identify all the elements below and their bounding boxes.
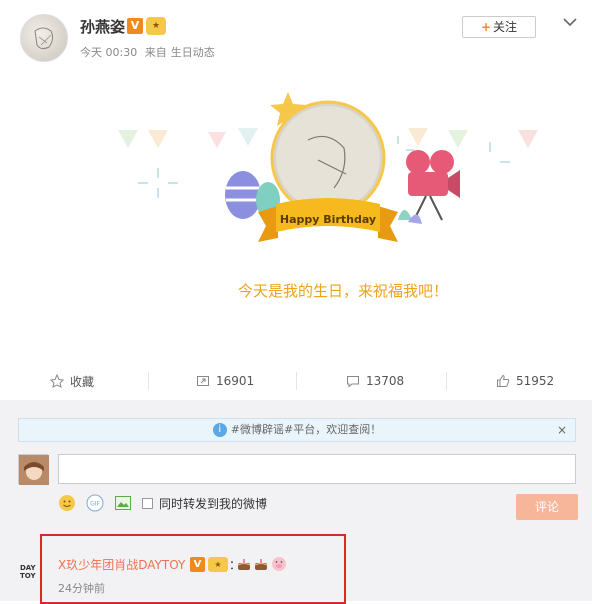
plus-icon: +: [480, 20, 492, 34]
also-repost-label: 同时转发到我的微博: [159, 496, 268, 511]
comment-time: 24分钟前: [58, 582, 105, 595]
birthday-message: 今天是我的生日，来祝福我吧！: [237, 282, 448, 300]
repost-button[interactable]: 16901: [196, 364, 254, 398]
birthday-illustration: Happy Birthday: [118, 92, 538, 242]
user-avatar[interactable]: [20, 14, 68, 62]
medal-icon: ★: [208, 557, 228, 572]
comment-icon: [347, 376, 359, 388]
repost-count: 16901: [216, 374, 255, 388]
comment-item: DAY TOY X玖少年团肖战DAYTOY V ★ ： 24分钟前: [0, 532, 592, 604]
repost-icon: [197, 376, 209, 386]
verified-badge: V: [190, 557, 205, 572]
thumbs-up-icon: [497, 374, 510, 387]
info-icon: i: [212, 423, 227, 437]
cake-emoji-icon: [254, 559, 268, 570]
camera-icon: [406, 150, 460, 221]
favorite-button[interactable]: 收藏: [50, 364, 94, 398]
comment-tools: GIF 同时转发到我的微博: [58, 492, 267, 514]
ribbon-text: Happy Birthday: [280, 213, 376, 226]
like-button[interactable]: 51952: [496, 364, 554, 398]
repost-checkbox[interactable]: [142, 497, 153, 509]
divider: [296, 372, 297, 390]
star-outline-icon: [50, 374, 64, 388]
notice-text: #微博辟谣#平台，欢迎查阅！: [230, 423, 382, 436]
follow-label: 关注: [493, 20, 518, 34]
close-icon[interactable]: ×: [557, 419, 567, 441]
follow-button[interactable]: + 关注: [462, 16, 536, 38]
verified-badge: V: [127, 18, 143, 34]
emoji-icon[interactable]: [58, 494, 76, 512]
gif-icon[interactable]: GIF: [86, 494, 104, 512]
comment-button[interactable]: 13708: [346, 364, 404, 398]
image-icon[interactable]: [114, 494, 132, 512]
post-time[interactable]: 今天 00:30: [80, 46, 137, 59]
action-bar: 收藏 16901 13708 51952: [0, 364, 592, 398]
like-count: 51952: [516, 374, 555, 388]
commenter-logo[interactable]: DAY TOY: [20, 564, 42, 586]
post-header: 孙燕姿 V ★ 今天 00:30 来自 生日动态 + 关注: [0, 0, 592, 70]
my-avatar[interactable]: [18, 454, 49, 485]
submit-comment-button[interactable]: 评论: [516, 494, 578, 520]
medal-icon: ★: [146, 17, 166, 35]
post-meta: 今天 00:30 来自 生日动态: [80, 44, 219, 60]
divider: [148, 372, 149, 390]
notice-banner[interactable]: i #微博辟谣#平台，欢迎查阅！ ×: [18, 418, 576, 442]
birthday-card: Happy Birthday 今天是我的生日，来祝福我吧！: [108, 70, 578, 350]
divider: [446, 372, 447, 390]
anime-avatar-icon: [19, 455, 49, 485]
comment-count: 13708: [366, 374, 405, 388]
username[interactable]: 孙燕姿: [80, 16, 125, 37]
post-source[interactable]: 生日动态: [171, 46, 215, 59]
commenter-name[interactable]: X玖少年团肖战DAYTOY: [58, 556, 185, 573]
avatar-sketch-icon: [34, 27, 54, 50]
pig-emoji-icon: [272, 557, 286, 571]
cake-emoji-icon: [237, 559, 251, 570]
favorite-label: 收藏: [70, 374, 95, 389]
comment-input[interactable]: [58, 454, 576, 484]
chevron-down-icon[interactable]: [560, 12, 580, 32]
ribbon-banner: Happy Birthday: [258, 198, 398, 242]
post-from-label: 来自: [144, 46, 167, 59]
svg-text:GIF: GIF: [90, 501, 100, 508]
